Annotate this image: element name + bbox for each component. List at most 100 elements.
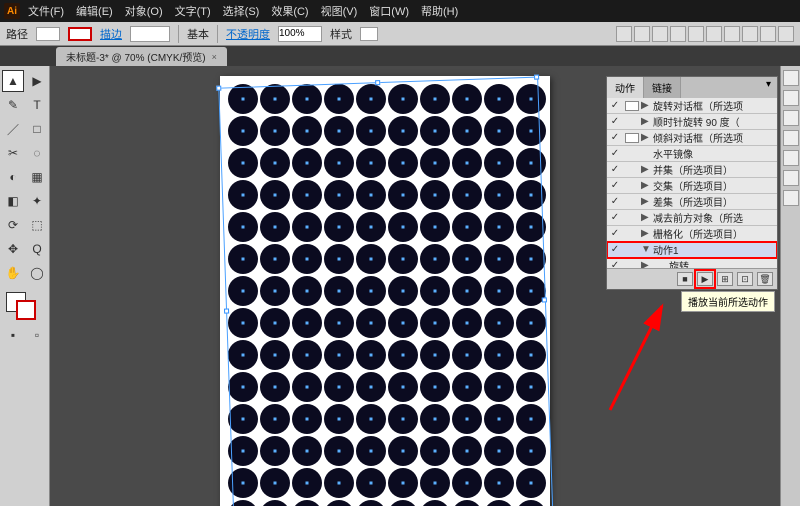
selection-handle[interactable] bbox=[542, 297, 547, 302]
rotate-tool[interactable]: ◐ bbox=[2, 166, 24, 188]
align-icon[interactable] bbox=[670, 26, 686, 42]
symbol-tool[interactable]: Q bbox=[26, 238, 48, 260]
shape-builder-tool[interactable]: ✦ bbox=[26, 190, 48, 212]
disclosure-icon[interactable]: ▶ bbox=[641, 180, 651, 191]
disclosure-icon[interactable]: ▶ bbox=[641, 212, 651, 223]
close-icon[interactable]: × bbox=[212, 52, 217, 62]
line-tool[interactable]: ／ bbox=[2, 118, 24, 140]
action-row[interactable]: ✓▶顺时针旋转 90 度（ bbox=[607, 114, 777, 130]
panel-menu-icon[interactable]: ▾ bbox=[760, 77, 777, 98]
disclosure-icon[interactable]: ▶ bbox=[641, 260, 651, 268]
stroke-weight-input[interactable] bbox=[130, 26, 170, 42]
disclosure-icon[interactable]: ▶ bbox=[641, 116, 651, 127]
panel-icon[interactable] bbox=[783, 170, 799, 186]
delete-button[interactable]: 🗑 bbox=[757, 272, 773, 286]
style-swatch[interactable] bbox=[360, 27, 378, 41]
stop-button[interactable]: ■ bbox=[677, 272, 693, 286]
disclosure-icon[interactable]: ▼ bbox=[641, 244, 651, 255]
menu-effect[interactable]: 效果(C) bbox=[271, 3, 308, 19]
scale-tool[interactable]: ▦ bbox=[26, 166, 48, 188]
direct-selection-tool[interactable]: ▶ bbox=[26, 70, 48, 92]
align-icon[interactable] bbox=[724, 26, 740, 42]
opacity-link[interactable]: 不透明度 bbox=[226, 26, 270, 42]
selection-handle[interactable] bbox=[224, 308, 229, 313]
selection-tool[interactable]: ▲ bbox=[2, 70, 24, 92]
disclosure-icon[interactable]: ▶ bbox=[641, 100, 651, 111]
new-action-button[interactable]: ⊡ bbox=[737, 272, 753, 286]
action-row[interactable]: ✓水平镜像 bbox=[607, 146, 777, 162]
toggle-check-icon[interactable]: ✓ bbox=[607, 212, 623, 223]
menu-edit[interactable]: 编辑(E) bbox=[76, 3, 113, 19]
action-row[interactable]: ✓▶减去前方对象（所选 bbox=[607, 210, 777, 226]
action-row[interactable]: ✓▶交集（所选项目） bbox=[607, 178, 777, 194]
document-tab[interactable]: 未标题-3* @ 70% (CMYK/预览) × bbox=[56, 47, 227, 66]
align-icon[interactable] bbox=[616, 26, 632, 42]
ellipse-tool[interactable]: ◌ bbox=[26, 142, 48, 164]
brush-basic[interactable]: 基本 bbox=[187, 26, 209, 42]
disclosure-icon[interactable]: ▶ bbox=[641, 132, 651, 143]
actions-list[interactable]: ✓▶旋转对话框（所选项✓▶顺时针旋转 90 度（✓▶倾斜对话框（所选项✓水平镜像… bbox=[607, 98, 777, 268]
panel-icon[interactable] bbox=[783, 190, 799, 206]
tab-links[interactable]: 链接 bbox=[644, 77, 681, 98]
action-row[interactable]: ✓▶差集（所选项目） bbox=[607, 194, 777, 210]
stroke-color[interactable] bbox=[16, 300, 36, 320]
action-row[interactable]: ✓▶旋转 bbox=[607, 258, 777, 268]
toggle-check-icon[interactable]: ✓ bbox=[607, 132, 623, 143]
selection-handle[interactable] bbox=[216, 86, 221, 91]
menu-view[interactable]: 视图(V) bbox=[321, 3, 358, 19]
eyedropper-tool[interactable]: ✥ bbox=[2, 238, 24, 260]
toggle-check-icon[interactable]: ✓ bbox=[607, 100, 623, 111]
opacity-input[interactable] bbox=[278, 26, 322, 42]
align-icon[interactable] bbox=[634, 26, 650, 42]
fill-stroke-swatches[interactable] bbox=[2, 290, 48, 322]
new-set-button[interactable]: ⊞ bbox=[717, 272, 733, 286]
menu-file[interactable]: 文件(F) bbox=[28, 3, 64, 19]
action-row[interactable]: ✓▶并集（所选项目） bbox=[607, 162, 777, 178]
play-button[interactable]: ▶ bbox=[697, 272, 713, 286]
toggle-check-icon[interactable]: ✓ bbox=[607, 244, 623, 255]
disclosure-icon[interactable]: ▶ bbox=[641, 164, 651, 175]
disclosure-icon[interactable]: ▶ bbox=[641, 228, 651, 239]
pen-tool[interactable]: ✎ bbox=[2, 94, 24, 116]
zoom-tool[interactable]: ◯ bbox=[26, 262, 48, 284]
action-row[interactable]: ✓▶栅格化（所选项目） bbox=[607, 226, 777, 242]
hand-tool[interactable]: ✋ bbox=[2, 262, 24, 284]
color-mode-icon[interactable]: ▪ bbox=[2, 324, 24, 346]
panel-icon[interactable] bbox=[783, 90, 799, 106]
action-row[interactable]: ✓▼动作1 bbox=[607, 242, 777, 258]
selection-handle[interactable] bbox=[375, 80, 380, 85]
menu-type[interactable]: 文字(T) bbox=[175, 3, 211, 19]
toggle-check-icon[interactable]: ✓ bbox=[607, 196, 623, 207]
toggle-check-icon[interactable]: ✓ bbox=[607, 148, 623, 159]
type-tool[interactable]: T bbox=[26, 94, 48, 116]
transform-icon[interactable] bbox=[778, 26, 794, 42]
align-icon[interactable] bbox=[706, 26, 722, 42]
toggle-check-icon[interactable]: ✓ bbox=[607, 180, 623, 191]
transform-icon[interactable] bbox=[760, 26, 776, 42]
toggle-check-icon[interactable]: ✓ bbox=[607, 116, 623, 127]
toggle-check-icon[interactable]: ✓ bbox=[607, 164, 623, 175]
scissors-tool[interactable]: ✂ bbox=[2, 142, 24, 164]
panel-icon[interactable] bbox=[783, 110, 799, 126]
toggle-check-icon[interactable]: ✓ bbox=[607, 228, 623, 239]
rectangle-tool[interactable]: □ bbox=[26, 118, 48, 140]
menu-object[interactable]: 对象(O) bbox=[125, 3, 163, 19]
stroke-swatch[interactable] bbox=[68, 27, 92, 41]
menu-select[interactable]: 选择(S) bbox=[223, 3, 260, 19]
mesh-tool[interactable]: ⟳ bbox=[2, 214, 24, 236]
screen-mode-icon[interactable]: ▫ bbox=[26, 324, 48, 346]
panel-icon[interactable] bbox=[783, 70, 799, 86]
width-tool[interactable]: ◧ bbox=[2, 190, 24, 212]
gradient-tool[interactable]: ⬚ bbox=[26, 214, 48, 236]
dialog-toggle-icon[interactable] bbox=[625, 133, 639, 143]
action-row[interactable]: ✓▶旋转对话框（所选项 bbox=[607, 98, 777, 114]
panel-icon[interactable] bbox=[783, 130, 799, 146]
menu-window[interactable]: 窗口(W) bbox=[369, 3, 409, 19]
action-row[interactable]: ✓▶倾斜对话框（所选项 bbox=[607, 130, 777, 146]
fill-swatch[interactable] bbox=[36, 27, 60, 41]
tab-actions[interactable]: 动作 bbox=[607, 77, 644, 98]
align-icon[interactable] bbox=[688, 26, 704, 42]
align-icon[interactable] bbox=[742, 26, 758, 42]
stroke-link[interactable]: 描边 bbox=[100, 26, 122, 42]
panel-icon[interactable] bbox=[783, 150, 799, 166]
